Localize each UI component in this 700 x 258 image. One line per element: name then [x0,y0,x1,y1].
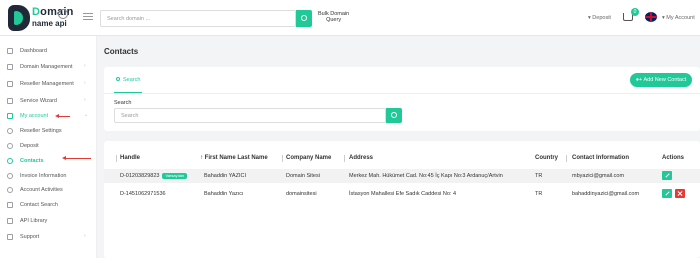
logo-mark [8,5,30,31]
cell-company: Domain Sitesi [286,173,320,179]
menu-toggle-icon[interactable] [83,13,93,22]
cell-name: Bahaddin Yazıcı [204,191,244,197]
column-separator [344,155,345,162]
column-header-handle[interactable]: Handle [120,155,140,161]
domain-search-button[interactable] [296,10,312,27]
user-icon [7,113,13,119]
deposit-icon [7,143,13,149]
logo-subtext: name api [32,19,67,28]
reseller-icon [7,81,13,87]
contacts-icon [7,158,13,164]
contacts-table: Handle ↑ First Name Last Name Company Na… [104,141,700,258]
column-header-company[interactable]: Company Name [286,155,331,161]
language-flag-icon[interactable] [645,12,657,22]
chevron-right-icon: › [84,63,86,69]
cell-handle: D-01203829823 Varsayılan [120,173,188,179]
annotation-arrow [55,114,70,118]
cell-address: İstasyon Mahallesi Efe Sadık Caddesi No:… [349,191,457,197]
sidebar-item-domain-management[interactable]: Domain Management › [0,63,97,74]
table-row: D-1451062971536 Bahaddin Yazıcı domainsi… [104,187,700,201]
column-header-address[interactable]: Address [349,155,373,161]
sidebar-item-reseller-management[interactable]: Reseller Management › [0,80,97,91]
sidebar-item-dashboard[interactable]: Dashboard [0,47,97,58]
default-badge: Varsayılan [162,173,188,179]
chevron-right-icon: › [84,80,86,86]
cart-count-badge: 0 [631,8,639,16]
cell-contact: mbyazici@gmail.com [572,173,625,179]
wizard-icon [7,98,13,104]
support-icon [7,234,13,240]
domain-icon [7,64,13,70]
topbar: Domain name api Search domain ... Bulk D… [0,0,700,36]
edit-icon[interactable] [662,171,672,180]
cell-name: Bahaddin YAZICI [204,173,246,179]
column-separator [116,155,117,162]
edit-icon[interactable] [662,189,672,198]
sidebar-item-reseller-settings[interactable]: Reseller Settings [0,127,97,138]
divider [104,93,700,94]
page-title: Contacts [104,47,139,56]
contact-search-icon [7,202,13,208]
sidebar-item-support[interactable]: Support › [0,233,97,244]
sidebar-item-invoice-information[interactable]: Invoice Information [0,172,97,183]
cell-country: TR [535,173,543,179]
column-header-country[interactable]: Country [535,155,558,161]
sidebar-item-deposit[interactable]: Deposit [0,142,97,153]
sidebar-item-account-activities[interactable]: Account Activities [0,186,97,197]
home-icon [7,48,13,54]
cell-country: TR [535,191,543,197]
column-header-contact[interactable]: Contact Information [572,155,629,161]
cell-contact: bahaddinyazici@gmail.com [572,191,640,197]
globe-icon [58,9,68,19]
chevron-right-icon: › [84,233,86,239]
delete-icon[interactable] [675,189,685,198]
column-header-actions: Actions [662,155,685,161]
column-header-name[interactable]: ↑ First Name Last Name [200,155,268,161]
bulk-domain-query-link[interactable]: Bulk Domain Query [318,11,349,23]
sidebar-item-contact-search[interactable]: Contact Search [0,201,97,212]
column-separator [566,155,567,162]
sidebar-item-service-wizard[interactable]: Service Wizard › [0,97,97,108]
cell-handle: D-1451062971536 [120,191,166,197]
search-icon [116,77,120,81]
cell-company: domainsitesi [286,191,317,197]
tab-search[interactable]: Search [116,77,140,83]
activity-icon [7,187,13,193]
annotation-arrow [62,156,91,160]
chevron-right-icon: › [84,97,86,103]
domain-search-input[interactable]: Search domain ... [100,10,296,27]
table-row: D-01203829823 Varsayılan Bahaddin YAZICI … [104,169,700,183]
app: Domain name api Search domain ... Bulk D… [0,0,700,258]
sidebar: Dashboard Domain Management › Reseller Ma… [0,36,97,258]
search-label: Search [114,100,132,106]
sidebar-item-my-account[interactable]: My account ⌄ [0,112,97,123]
chevron-down-icon: ⌄ [84,112,89,118]
account-menu[interactable]: ▾ My Account [662,15,695,21]
sidebar-item-api-library[interactable]: API Library [0,217,97,228]
add-new-contact-button[interactable]: ●+ Add New Contact [630,73,692,87]
invoice-icon [7,173,13,179]
search-card: Search ●+ Add New Contact Search Search [104,67,700,131]
api-icon [7,218,13,224]
contact-search-input[interactable]: Search [114,108,386,123]
bulk-line2: Query [326,17,342,23]
cell-address: Merkez Mah. Hükümet Cad. No:45 İç Kapı N… [349,173,503,179]
contact-search-button[interactable] [386,108,402,123]
column-separator [282,155,283,162]
settings-icon [7,128,13,134]
deposit-link[interactable]: ▾ Deposit [588,15,611,21]
